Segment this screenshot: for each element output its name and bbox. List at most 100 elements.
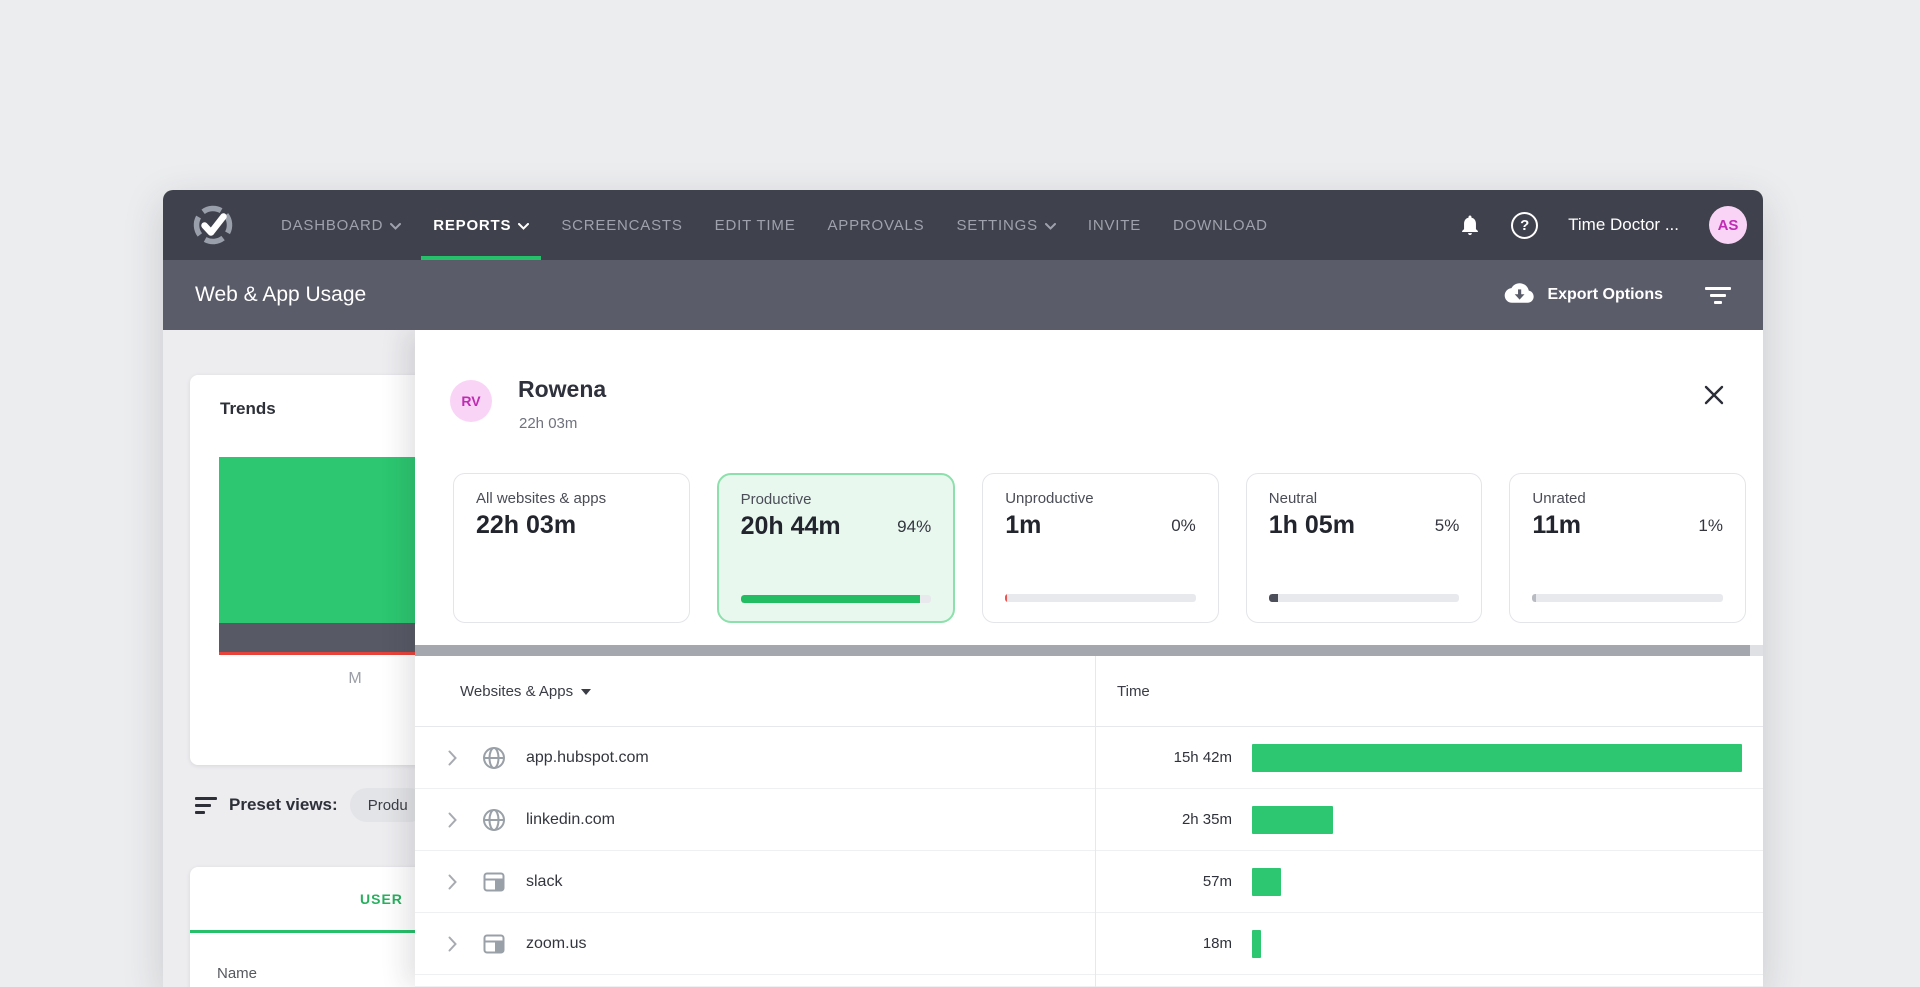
stat-progress-fill: [1005, 594, 1007, 602]
stat-value: 1m: [1005, 511, 1041, 540]
nav-item-dashboard[interactable]: DASHBOARD: [265, 190, 417, 260]
user-detail-panel: RV Rowena 22h 03m All websites & apps 22…: [415, 330, 1763, 987]
nav-label: APPROVALS: [828, 217, 925, 234]
user-avatar: RV: [450, 380, 492, 422]
table-row-partial: [415, 975, 1763, 987]
table-row-linkedin[interactable]: linkedin.com 2h 35m: [415, 789, 1763, 851]
filter-list-icon: [195, 797, 217, 814]
time-cell: 15h 42m: [1095, 744, 1763, 772]
stat-card-unproductive[interactable]: Unproductive 1m 0%: [982, 473, 1219, 623]
column-header-time[interactable]: Time: [1095, 683, 1150, 700]
stat-percent: 1%: [1698, 516, 1723, 536]
stat-card-productive[interactable]: Productive 20h 44m 94%: [717, 473, 956, 623]
nav-label: SCREENCASTS: [561, 217, 682, 234]
nav-label: SETTINGS: [956, 217, 1037, 234]
nav-label: EDIT TIME: [715, 217, 796, 234]
chevron-down-icon: [390, 223, 401, 230]
time-doctor-logo-icon[interactable]: [191, 203, 235, 247]
company-name[interactable]: Time Doctor ...: [1568, 215, 1679, 235]
bell-icon[interactable]: [1459, 213, 1481, 237]
stat-cards-row: All websites & apps 22h 03m Productive 2…: [453, 473, 1746, 623]
column-header-label: Websites & Apps: [460, 683, 573, 700]
stat-value: 20h 44m: [741, 512, 841, 541]
time-value: 15h 42m: [1095, 749, 1232, 766]
time-value: 2h 35m: [1095, 811, 1232, 828]
stat-value: 1h 05m: [1269, 511, 1355, 540]
time-cell: 57m: [1095, 868, 1763, 896]
nav-label: REPORTS: [433, 217, 511, 234]
stat-value: 22h 03m: [476, 511, 576, 540]
expand-chevron-icon[interactable]: [448, 874, 468, 890]
nav-item-invite[interactable]: INVITE: [1072, 190, 1157, 260]
sort-desc-icon: [581, 689, 591, 695]
stat-value: 11m: [1532, 511, 1581, 540]
help-icon[interactable]: ?: [1511, 212, 1538, 239]
nav-item-settings[interactable]: SETTINGS: [940, 190, 1071, 260]
column-header-websites-apps[interactable]: Websites & Apps: [415, 683, 1095, 700]
table-row-zoom[interactable]: zoom.us 18m: [415, 913, 1763, 975]
stat-label: Neutral: [1269, 490, 1460, 507]
export-options-label: Export Options: [1547, 286, 1663, 304]
export-options-button[interactable]: Export Options: [1503, 282, 1663, 309]
chevron-down-icon: [1045, 223, 1056, 230]
content-area: Trends M Preset views: Produ USER Name: [163, 330, 1763, 987]
table-header-row: Websites & Apps Time: [415, 656, 1763, 727]
globe-icon: [481, 745, 507, 771]
column-header-label: Time: [1117, 683, 1150, 700]
site-cell: zoom.us: [415, 931, 1095, 957]
site-name: slack: [526, 873, 562, 891]
site-cell: linkedin.com: [415, 807, 1095, 833]
time-bar: [1252, 868, 1281, 896]
filter-list-icon[interactable]: [1705, 287, 1731, 304]
user-total-time: 22h 03m: [519, 415, 577, 432]
expand-chevron-icon[interactable]: [448, 812, 468, 828]
stat-progress-track: [741, 595, 932, 603]
stat-card-neutral[interactable]: Neutral 1h 05m 5%: [1246, 473, 1483, 623]
stat-card-unrated[interactable]: Unrated 11m 1%: [1509, 473, 1746, 623]
time-bar: [1252, 744, 1742, 772]
horizontal-scrollbar-thumb[interactable]: [415, 645, 1750, 656]
nav-item-approvals[interactable]: APPROVALS: [812, 190, 941, 260]
stat-percent: 94%: [897, 517, 931, 537]
table-row-slack[interactable]: slack 57m: [415, 851, 1763, 913]
site-cell: slack: [415, 869, 1095, 895]
nav-item-edit-time[interactable]: EDIT TIME: [699, 190, 812, 260]
close-icon[interactable]: [1701, 382, 1727, 408]
nav-label: DOWNLOAD: [1173, 217, 1268, 234]
stat-label: Unrated: [1532, 490, 1723, 507]
nav-item-download[interactable]: DOWNLOAD: [1157, 190, 1284, 260]
time-bar-track: [1252, 744, 1742, 772]
preset-views-row: Preset views: Produ: [195, 788, 426, 822]
app-window-icon: [481, 931, 507, 957]
stat-percent: 5%: [1435, 516, 1460, 536]
user-avatar[interactable]: AS: [1709, 206, 1747, 244]
chevron-down-icon: [518, 223, 529, 230]
time-bar-track: [1252, 930, 1742, 958]
nav-label: INVITE: [1088, 217, 1141, 234]
tab-users[interactable]: USER: [360, 891, 403, 907]
stat-label: Unproductive: [1005, 490, 1196, 507]
site-name: app.hubspot.com: [526, 749, 649, 767]
table-row-app-hubspot[interactable]: app.hubspot.com 15h 42m: [415, 727, 1763, 789]
nav-item-reports[interactable]: REPORTS: [417, 190, 545, 260]
nav-item-screencasts[interactable]: SCREENCASTS: [545, 190, 698, 260]
expand-chevron-icon[interactable]: [448, 750, 468, 766]
time-bar: [1252, 930, 1261, 958]
stat-progress-fill: [1269, 594, 1279, 602]
main-nav: DASHBOARD REPORTS SCREENCASTS EDIT TIME …: [265, 190, 1284, 260]
stat-progress-fill: [1532, 594, 1535, 602]
site-name: zoom.us: [526, 935, 586, 953]
user-name: Rowena: [518, 376, 606, 403]
screenshot-background: DASHBOARD REPORTS SCREENCASTS EDIT TIME …: [0, 0, 1920, 987]
time-value: 57m: [1095, 873, 1232, 890]
stat-card-all-websites[interactable]: All websites & apps 22h 03m: [453, 473, 690, 623]
horizontal-scrollbar-track: [415, 645, 1763, 656]
navbar-right-group: ? Time Doctor ... AS: [1459, 206, 1749, 244]
websites-apps-table: Websites & Apps Time app.hubspot.com: [415, 656, 1763, 987]
site-cell: app.hubspot.com: [415, 745, 1095, 771]
time-bar-track: [1252, 806, 1742, 834]
app-window-icon: [481, 869, 507, 895]
nav-label: DASHBOARD: [281, 217, 383, 234]
expand-chevron-icon[interactable]: [448, 936, 468, 952]
stat-progress-fill: [741, 595, 920, 603]
